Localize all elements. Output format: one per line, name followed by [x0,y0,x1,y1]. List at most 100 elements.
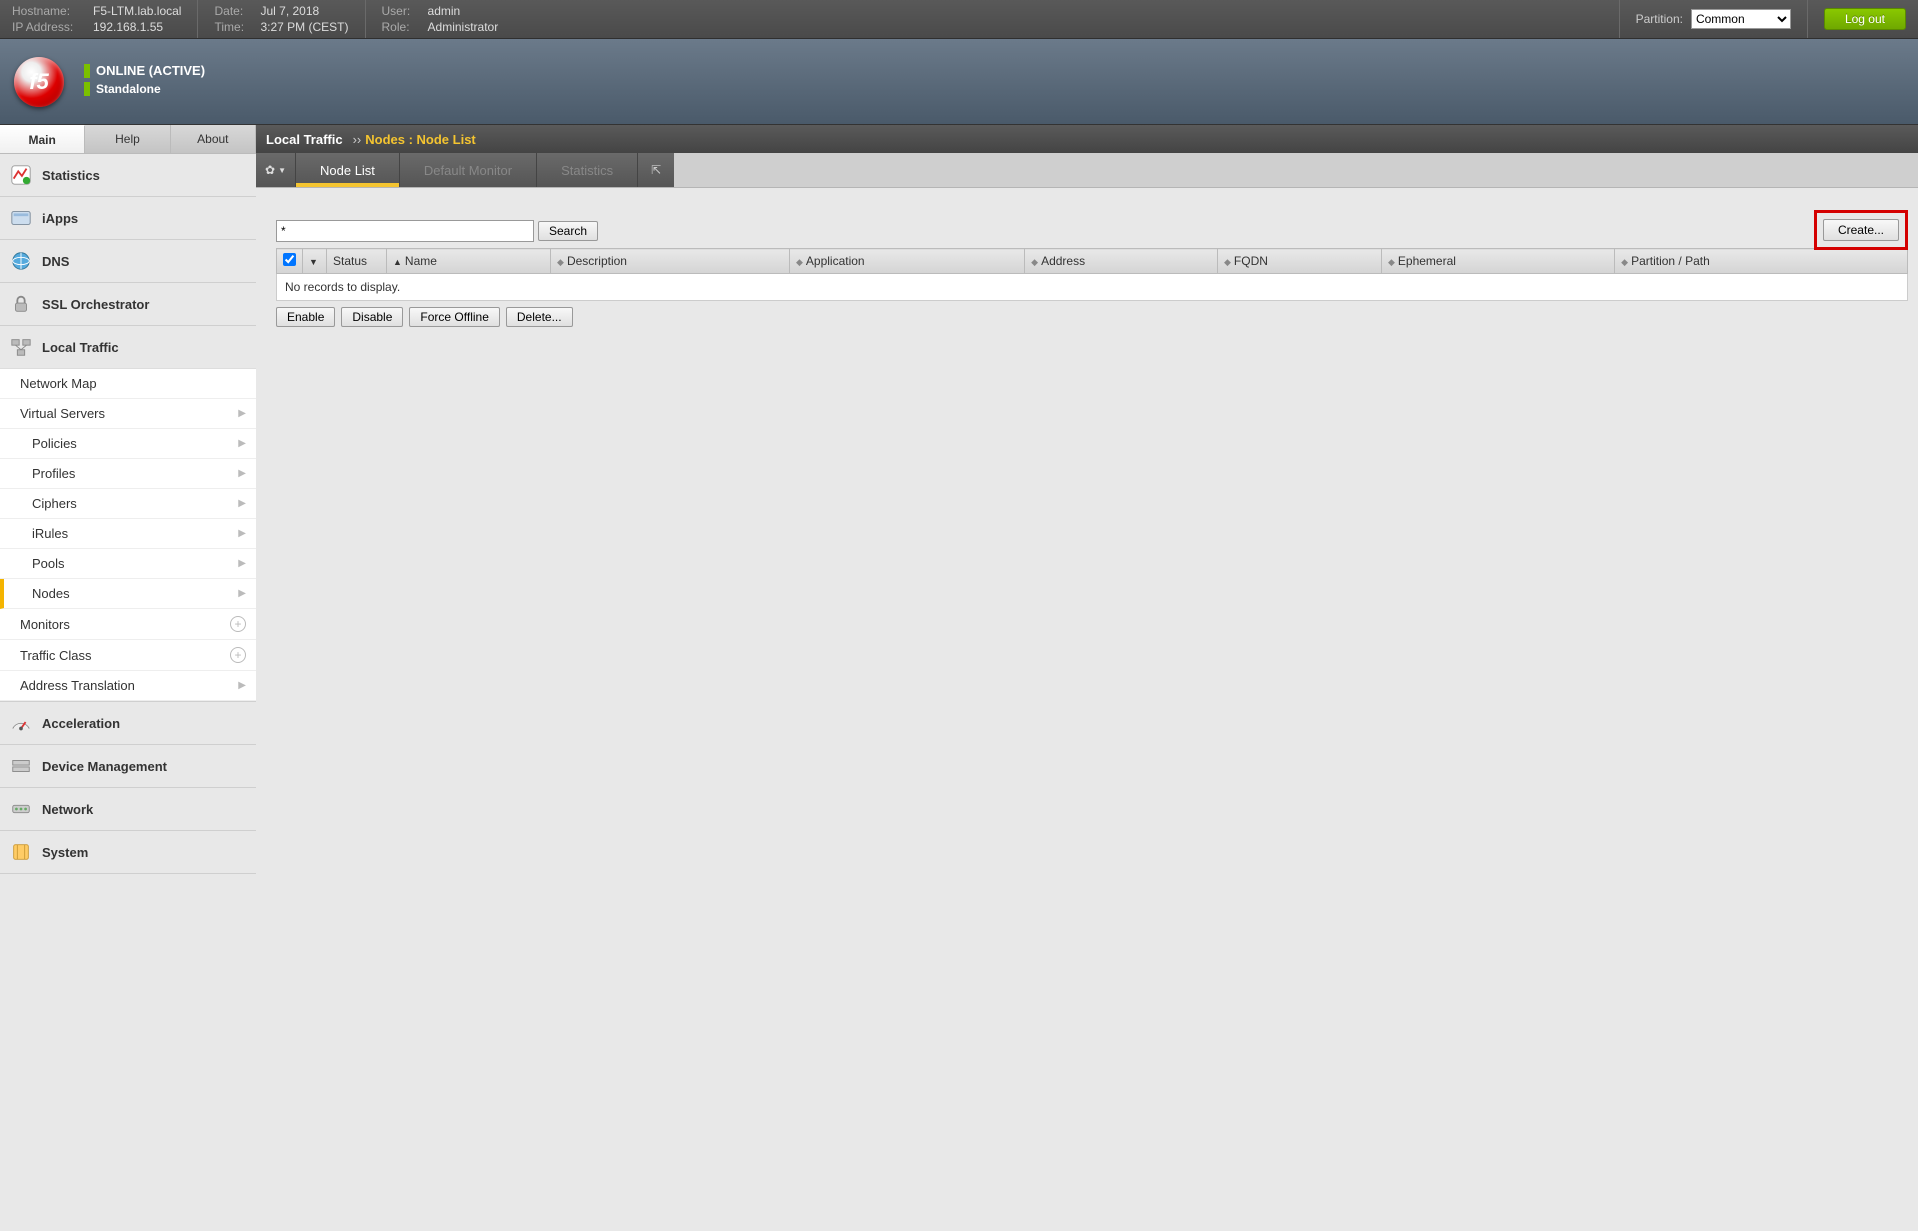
chevron-right-icon: ▶ [238,438,246,449]
subnav-network-map[interactable]: Network Map [0,369,256,399]
popout-icon: ⇱ [651,163,661,177]
hostname-label: Hostname: [12,4,87,18]
nodes-table: ▼ Status ▲Name ◆Description ◆Application… [276,248,1908,301]
device-icon [10,755,32,777]
enable-button[interactable]: Enable [276,307,335,327]
tab-about[interactable]: About [171,125,256,153]
user-info: User:admin Role:Administrator [366,0,515,38]
delete-button[interactable]: Delete... [506,307,573,327]
subnav-virtual-servers[interactable]: Virtual Servers▶ [0,399,256,429]
select-all-checkbox[interactable] [283,253,296,266]
sort-icon: ◆ [1388,257,1395,267]
breadcrumb: Local Traffic ›› Nodes : Node List [256,125,1918,153]
status-header: f5 ONLINE (ACTIVE) Standalone [0,39,1918,125]
col-address[interactable]: ◆Address [1025,249,1218,274]
subtab-row: ✿▼ Node List Default Monitor Statistics … [256,153,1918,188]
chevron-right-icon: ▶ [238,558,246,569]
gear-menu[interactable]: ✿▼ [256,153,296,187]
subtab-node-list[interactable]: Node List [296,153,400,187]
chevron-right-icon: ▶ [238,588,246,599]
time-value: 3:27 PM (CEST) [260,20,348,34]
tab-help[interactable]: Help [85,125,170,153]
role-value: Administrator [428,20,499,34]
subnav-monitors[interactable]: Monitors+ [0,609,256,640]
dns-icon [10,250,32,272]
nav-statistics-label: Statistics [42,168,100,183]
force-offline-button[interactable]: Force Offline [409,307,499,327]
datetime-info: Date:Jul 7, 2018 Time:3:27 PM (CEST) [198,0,365,38]
add-icon[interactable]: + [230,647,246,663]
tab-main[interactable]: Main [0,125,85,153]
logout-button[interactable]: Log out [1824,8,1906,30]
statistics-icon [10,164,32,186]
create-button[interactable]: Create... [1823,219,1899,241]
f5-logo: f5 [14,57,64,107]
search-button[interactable]: Search [538,221,598,241]
table-header-row: ▼ Status ▲Name ◆Description ◆Application… [277,249,1908,274]
sort-icon: ◆ [796,257,803,267]
nav-local-traffic-label: Local Traffic [42,340,119,355]
subnav-address-translation[interactable]: Address Translation▶ [0,671,256,701]
nav-dns-label: DNS [42,254,69,269]
chevron-right-icon: ▶ [238,498,246,509]
partition-area: Partition: Common [1619,0,1808,38]
sort-icon: ◆ [1031,257,1038,267]
col-description[interactable]: ◆Description [551,249,790,274]
nav-ssl-orchestrator[interactable]: SSL Orchestrator [0,283,256,325]
col-partition[interactable]: ◆Partition / Path [1615,249,1908,274]
main-content: Local Traffic ›› Nodes : Node List ✿▼ No… [256,125,1918,874]
chevron-right-icon: ▶ [238,468,246,479]
subnav-policies[interactable]: Policies▶ [0,429,256,459]
disable-button[interactable]: Disable [341,307,403,327]
gauge-icon [10,712,32,734]
nav-system-label: System [42,845,88,860]
subtab-statistics[interactable]: Statistics [537,153,638,187]
ip-label: IP Address: [12,20,87,34]
top-bar: Hostname:F5-LTM.lab.local IP Address:192… [0,0,1918,39]
subnav-traffic-class[interactable]: Traffic Class+ [0,640,256,671]
sort-asc-icon: ▲ [393,257,402,267]
sort-icon: ◆ [1224,257,1231,267]
subnav-nodes[interactable]: Nodes▶ [0,579,256,609]
col-status[interactable]: Status [327,249,387,274]
col-fqdn[interactable]: ◆FQDN [1218,249,1382,274]
col-select-all [277,249,303,274]
nav-statistics[interactable]: Statistics [0,154,256,196]
mode-indicator-icon [84,82,90,96]
nav-acceleration[interactable]: Acceleration [0,702,256,744]
breadcrumb-page: Nodes : Node List [365,132,476,147]
sidebar: Main Help About Statistics iApps DNS [0,125,256,874]
nav-network[interactable]: Network [0,788,256,830]
chevron-down-icon: ▼ [309,257,318,267]
system-icon [10,841,32,863]
subnav-ciphers[interactable]: Ciphers▶ [0,489,256,519]
nav-local-traffic[interactable]: Local Traffic [0,326,256,368]
col-name[interactable]: ▲Name [387,249,551,274]
user-value: admin [428,4,461,18]
table-empty-row: No records to display. [277,274,1908,301]
partition-label: Partition: [1636,12,1683,26]
hostname-value: F5-LTM.lab.local [93,4,181,18]
col-filter[interactable]: ▼ [303,249,327,274]
nav-iapps[interactable]: iApps [0,197,256,239]
role-label: Role: [382,20,422,34]
iapps-icon [10,207,32,229]
col-application[interactable]: ◆Application [789,249,1024,274]
nav-device-management[interactable]: Device Management [0,745,256,787]
col-ephemeral[interactable]: ◆Ephemeral [1381,249,1614,274]
nav-system[interactable]: System [0,831,256,873]
subnav-profiles[interactable]: Profiles▶ [0,459,256,489]
search-input[interactable] [276,220,534,242]
subtab-default-monitor[interactable]: Default Monitor [400,153,537,187]
date-label: Date: [214,4,254,18]
lock-icon [10,293,32,315]
sidebar-tabs: Main Help About [0,125,256,154]
status-online: ONLINE (ACTIVE) [96,63,205,78]
popout-button[interactable]: ⇱ [638,153,674,187]
add-icon[interactable]: + [230,616,246,632]
nav-dns[interactable]: DNS [0,240,256,282]
chevron-right-icon: ▶ [238,680,246,691]
subnav-pools[interactable]: Pools▶ [0,549,256,579]
subnav-irules[interactable]: iRules▶ [0,519,256,549]
partition-select[interactable]: Common [1691,9,1791,29]
